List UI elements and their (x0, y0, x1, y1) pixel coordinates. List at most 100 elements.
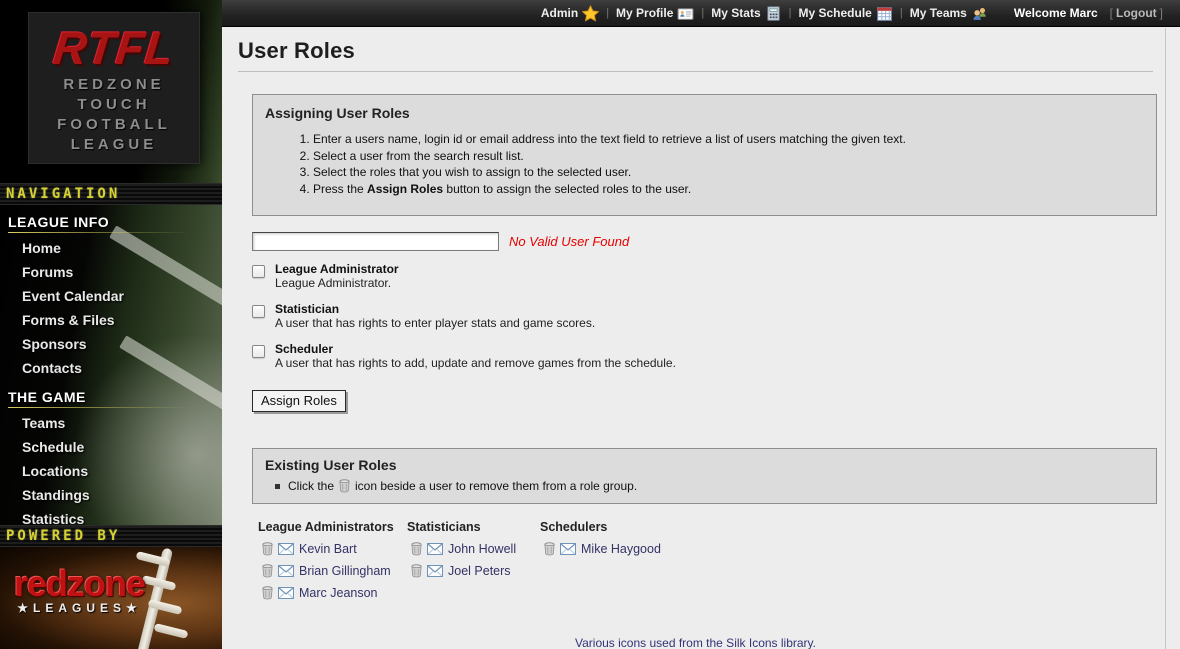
navigation-band: NAVIGATION (0, 183, 222, 205)
title-divider (238, 71, 1153, 72)
note-pre-text: Click the (288, 479, 334, 493)
logout-bracket: [ (1110, 6, 1113, 20)
user-link[interactable]: John Howell (448, 542, 516, 556)
sidebar-item-statistics[interactable]: Statistics (0, 507, 222, 525)
sidebar-menu: LEAGUE INFO Home Forums Event Calendar F… (0, 205, 222, 525)
topbar-link-my-teams[interactable]: My Teams (910, 5, 988, 22)
user-row: Marc Jeanson (258, 586, 407, 600)
calendar-icon (876, 5, 893, 22)
role-name: League Administrator (275, 262, 399, 276)
user-row: Brian Gillingham (258, 564, 407, 578)
email-user-icon[interactable] (278, 543, 294, 555)
sidebar-item-home[interactable]: Home (0, 236, 222, 260)
email-user-icon[interactable] (278, 587, 294, 599)
sidebar-item-forms-files[interactable]: Forms & Files (0, 308, 222, 332)
user-link[interactable]: Joel Peters (448, 564, 511, 578)
user-link[interactable]: Mike Haygood (581, 542, 661, 556)
star-icon (582, 5, 599, 22)
existing-panel-note: Click the icon beside a user to remove t… (275, 479, 1144, 493)
user-link[interactable]: Kevin Bart (299, 542, 357, 556)
footer-link-line-silk-icons[interactable]: Various icons used from the Silk Icons l… (238, 636, 1153, 649)
user-search-row: No Valid User Found (252, 232, 1153, 251)
email-user-icon[interactable] (427, 565, 443, 577)
group-title: Statisticians (407, 520, 540, 534)
rtfl-logo-line: TOUCH (29, 95, 199, 115)
remove-user-bin-icon[interactable] (411, 542, 422, 556)
league-logo-area: RTFL REDZONE TOUCH FOOTBALL LEAGUE (0, 0, 222, 183)
instruction-step-text: Press the (313, 182, 367, 196)
email-user-icon[interactable] (560, 543, 576, 555)
user-row: Kevin Bart (258, 542, 407, 556)
logout-button[interactable]: Logout (1116, 6, 1157, 20)
role-option-league-administrator: League Administrator League Administrato… (252, 262, 1153, 291)
user-row: Mike Haygood (540, 542, 661, 556)
powered-by-band: POWERED BY (0, 525, 222, 547)
remove-user-bin-icon[interactable] (262, 586, 273, 600)
role-description: League Administrator. (275, 276, 399, 291)
topbar-separator: | (606, 7, 609, 19)
assigning-instructions: Enter a users name, login id or email ad… (265, 131, 1144, 197)
remove-user-bin-icon[interactable] (411, 564, 422, 578)
email-user-icon[interactable] (427, 543, 443, 555)
search-status-text: No Valid User Found (509, 234, 629, 249)
remove-user-bin-icon[interactable] (262, 564, 273, 578)
rtfl-logo: RTFL REDZONE TOUCH FOOTBALL LEAGUE (28, 12, 200, 164)
assign-roles-button[interactable]: Assign Roles (252, 390, 346, 412)
user-link[interactable]: Brian Gillingham (299, 564, 391, 578)
topbar-link-my-schedule[interactable]: My Schedule (798, 5, 892, 22)
topbar-link-my-schedule-label: My Schedule (798, 6, 871, 20)
instruction-step-bold: Assign Roles (367, 182, 443, 196)
topbar-link-my-stats[interactable]: My Stats (711, 5, 781, 22)
sidebar-item-teams[interactable]: Teams (0, 411, 222, 435)
powered-by-band-label: POWERED BY (6, 528, 120, 544)
role-option-statistician: Statistician A user that has rights to e… (252, 302, 1153, 331)
sidebar-item-standings[interactable]: Standings (0, 483, 222, 507)
topbar-separator: | (789, 7, 792, 19)
calculator-icon (765, 5, 782, 22)
role-option-scheduler: Scheduler A user that has rights to add,… (252, 342, 1153, 371)
topbar-link-my-profile[interactable]: My Profile (616, 5, 694, 22)
redzone-leagues-logo: redzone ★LEAGUES★ (14, 567, 145, 615)
redzone-logo-name: redzone (14, 567, 145, 601)
sidebar: RTFL REDZONE TOUCH FOOTBALL LEAGUE NAVIG… (0, 0, 222, 649)
remove-user-bin-icon[interactable] (262, 542, 273, 556)
sidebar-item-locations[interactable]: Locations (0, 459, 222, 483)
role-checkbox-statistician[interactable] (252, 305, 265, 318)
main-content: User Roles Assigning User Roles Enter a … (222, 28, 1180, 649)
topbar-link-my-profile-label: My Profile (616, 6, 673, 20)
sidebar-item-schedule[interactable]: Schedule (0, 435, 222, 459)
instruction-step: Select a user from the search result lis… (313, 148, 1144, 165)
redzone-logo-sub: ★LEAGUES★ (14, 601, 145, 615)
user-row: John Howell (407, 542, 540, 556)
role-groups: League Administrators Kevin Bart Brian G… (258, 520, 1153, 600)
user-search-input[interactable] (252, 232, 499, 251)
football-lace (154, 623, 189, 639)
footer: Various icons used from the Silk Icons l… (238, 636, 1153, 649)
email-user-icon[interactable] (278, 565, 294, 577)
rtfl-logo-line: FOOTBALL (29, 115, 199, 135)
rtfl-logo-acronym: RTFL (26, 21, 202, 75)
role-checkbox-league-administrator[interactable] (252, 265, 265, 278)
bullet-square (275, 484, 280, 489)
role-name: Statistician (275, 302, 595, 316)
user-link[interactable]: Marc Jeanson (299, 586, 378, 600)
bin-icon (339, 479, 350, 493)
group-title: Schedulers (540, 520, 661, 534)
assigning-panel-title: Assigning User Roles (265, 105, 1144, 121)
instruction-step: Press the Assign Roles button to assign … (313, 181, 1144, 198)
sidebar-item-sponsors[interactable]: Sponsors (0, 332, 222, 356)
existing-user-roles-panel: Existing User Roles Click the icon besid… (252, 448, 1157, 504)
existing-panel-title: Existing User Roles (265, 457, 1144, 473)
topbar-link-my-teams-label: My Teams (910, 6, 967, 20)
navigation-band-label: NAVIGATION (6, 186, 120, 202)
topbar-link-admin[interactable]: Admin (541, 5, 599, 22)
role-description: A user that has rights to add, update an… (275, 356, 676, 371)
remove-user-bin-icon[interactable] (544, 542, 555, 556)
assigning-user-roles-panel: Assigning User Roles Enter a users name,… (252, 94, 1157, 216)
instruction-step-text: button to assign the selected roles to t… (443, 182, 691, 196)
powered-by-area: redzone ★LEAGUES★ (0, 547, 222, 649)
role-checkbox-scheduler[interactable] (252, 345, 265, 358)
sidebar-item-event-calendar[interactable]: Event Calendar (0, 284, 222, 308)
group-icon (971, 5, 988, 22)
vcard-icon (677, 5, 694, 22)
